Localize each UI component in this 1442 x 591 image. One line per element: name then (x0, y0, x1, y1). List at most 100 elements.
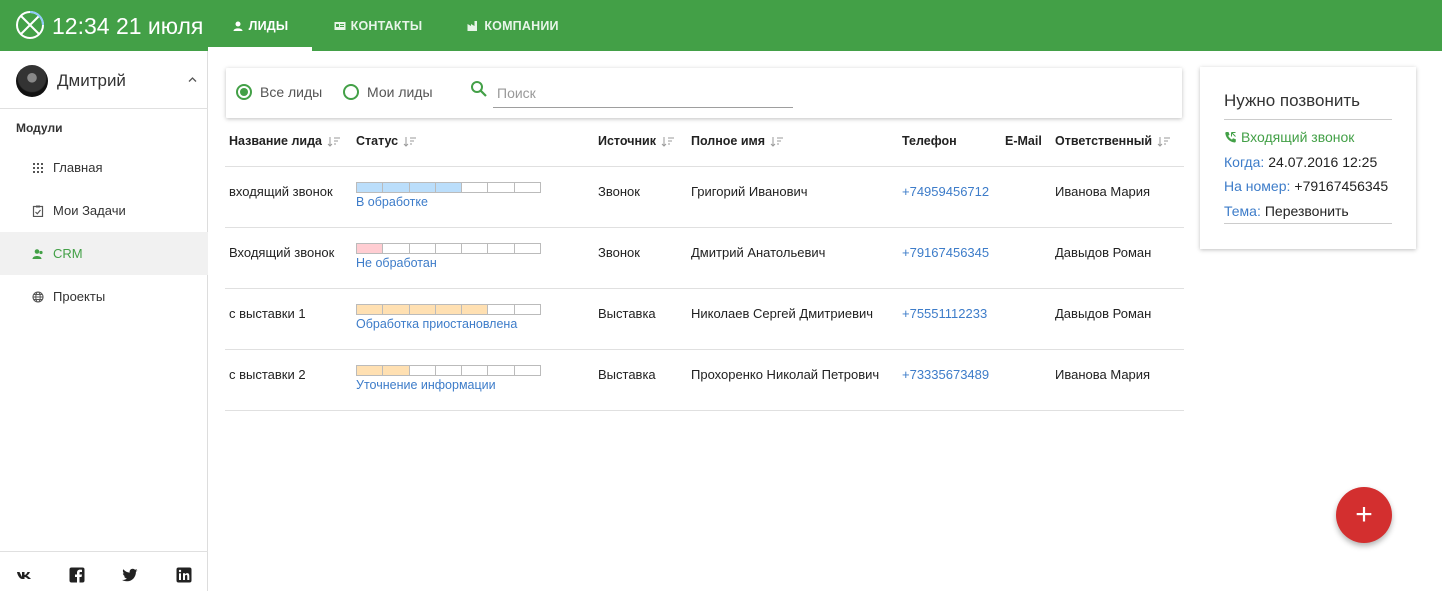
leads-filter-bar: Все лиды Мои лиды (226, 68, 1182, 118)
sidebar-item-crm[interactable]: CRM (0, 232, 208, 275)
progress-segment (515, 244, 540, 253)
status-progress-bar (356, 304, 541, 315)
progress-segment (409, 305, 436, 314)
call-topic-row: Тема: Перезвонить (1224, 203, 1349, 219)
phone-link[interactable]: +79167456345 (902, 245, 989, 260)
sort-icon[interactable] (770, 136, 784, 147)
search-icon (471, 81, 487, 97)
facebook-icon[interactable] (69, 567, 85, 583)
progress-segment (515, 183, 540, 192)
table-row[interactable]: входящий звонок В обработке Звонок Григо… (225, 167, 1184, 228)
progress-segment (410, 244, 436, 253)
lead-source: Выставка (598, 367, 656, 382)
progress-segment (515, 366, 540, 375)
progress-segment (488, 305, 515, 314)
linkedin-icon[interactable] (176, 567, 192, 583)
sidebar-item-label: Главная (53, 160, 103, 175)
tab-leads-label: ЛИДЫ (248, 18, 289, 33)
lead-full-name: Григорий Иванович (691, 184, 808, 199)
phone-link[interactable]: +73335673489 (902, 367, 989, 382)
phone-link[interactable]: +74959456712 (902, 184, 989, 199)
progress-segment (462, 366, 489, 375)
lead-full-name: Дмитрий Анатольевич (691, 245, 826, 260)
leads-table: Название лида Статус Источник Полное имя… (225, 120, 1184, 411)
column-header-label: Полное имя (691, 134, 766, 148)
radio-all-leads[interactable]: Все лиды (236, 84, 322, 100)
status-link[interactable]: Не обработан (356, 256, 437, 270)
sort-icon[interactable] (327, 136, 340, 147)
column-header-label: Телефон (902, 134, 957, 148)
status-link[interactable]: Уточнение информации (356, 378, 496, 392)
call-reminder-card: Нужно позвонить Входящий звонок Когда: 2… (1200, 67, 1416, 249)
call-when-value: 24.07.2016 12:25 (1268, 154, 1378, 170)
call-type-row: Входящий звонок (1224, 129, 1354, 145)
sidebar-item-tasks[interactable]: Мои Задачи (0, 189, 208, 232)
column-header-phone: Телефон (902, 134, 957, 148)
sidebar: Дмитрий Модули Главная Мои Задачи CRM Пр… (0, 51, 208, 591)
status-link[interactable]: Обработка приостановлена (356, 317, 517, 331)
progress-segment (383, 366, 410, 375)
lead-owner: Давыдов Роман (1055, 306, 1152, 321)
column-header-source[interactable]: Источник (598, 134, 674, 148)
lead-name: входящий звонок (229, 184, 333, 199)
column-header-email: E-Mail (1005, 134, 1042, 148)
search-input[interactable] (493, 78, 793, 108)
radio-all-leads-label: Все лиды (260, 84, 323, 100)
sidebar-item-label: Проекты (53, 289, 106, 304)
user-profile[interactable]: Дмитрий (0, 51, 208, 109)
column-header-status[interactable]: Статус (356, 134, 417, 148)
grid-icon (33, 162, 43, 173)
status-progress-bar (356, 243, 541, 254)
progress-segment (435, 183, 463, 192)
lead-source: Выставка (598, 306, 656, 321)
phone-incoming-icon (1225, 131, 1236, 143)
add-lead-button[interactable]: + (1336, 487, 1392, 543)
column-header-label: E-Mail (1005, 134, 1042, 148)
call-number-value: +79167456345 (1294, 178, 1389, 194)
lead-source: Звонок (598, 184, 640, 199)
tab-leads[interactable]: ЛИДЫ (208, 0, 312, 51)
radio-my-leads[interactable]: Мои лиды (343, 84, 433, 100)
column-header-full-name[interactable]: Полное имя (691, 134, 784, 148)
table-row[interactable]: с выставки 1 Обработка приостановлена Вы… (225, 289, 1184, 350)
progress-segment (357, 244, 384, 253)
lead-owner: Иванова Мария (1055, 184, 1151, 199)
sidebar-item-home[interactable]: Главная (0, 146, 208, 189)
progress-segment (383, 183, 410, 192)
tab-companies[interactable]: КОМПАНИИ (456, 0, 570, 51)
progress-segment (515, 305, 540, 314)
lead-owner: Иванова Мария (1055, 367, 1151, 382)
twitter-icon[interactable] (122, 567, 138, 583)
phone-link[interactable]: +75551112233 (902, 306, 987, 321)
tab-contacts[interactable]: КОНТАКТЫ (322, 0, 434, 51)
call-topic-value: Перезвонить (1264, 203, 1349, 219)
tab-companies-label: КОМПАНИИ (484, 18, 559, 33)
logo-icon (16, 11, 44, 39)
progress-segment (488, 244, 515, 253)
column-header-owner[interactable]: Ответственный (1055, 134, 1171, 148)
table-row[interactable]: с выставки 2 Уточнение информации Выстав… (225, 350, 1184, 411)
status-progress-bar (356, 182, 541, 193)
sort-icon[interactable] (403, 136, 417, 147)
user-name: Дмитрий (57, 71, 126, 90)
lead-owner: Давыдов Роман (1055, 245, 1152, 260)
clock-date: 12:34 21 июля (52, 13, 204, 39)
sort-icon[interactable] (1157, 136, 1171, 147)
table-row[interactable]: Входящий звонок Не обработан Звонок Дмит… (225, 228, 1184, 289)
chevron-up-icon[interactable] (188, 75, 197, 84)
progress-segment (383, 244, 410, 253)
progress-segment (488, 366, 515, 375)
factory-icon (467, 20, 478, 31)
vk-icon[interactable] (16, 567, 32, 583)
progress-segment (357, 183, 384, 192)
modules-section-label: Модули (16, 121, 63, 135)
sort-icon[interactable] (661, 136, 674, 147)
progress-segment (462, 305, 489, 314)
call-type-label: Входящий звонок (1241, 129, 1355, 145)
column-header-lead-name[interactable]: Название лида (229, 134, 340, 148)
divider (1224, 119, 1392, 120)
sidebar-item-projects[interactable]: Проекты (0, 275, 208, 318)
progress-segment (357, 366, 384, 375)
progress-segment (436, 244, 463, 253)
status-link[interactable]: В обработке (356, 195, 428, 209)
